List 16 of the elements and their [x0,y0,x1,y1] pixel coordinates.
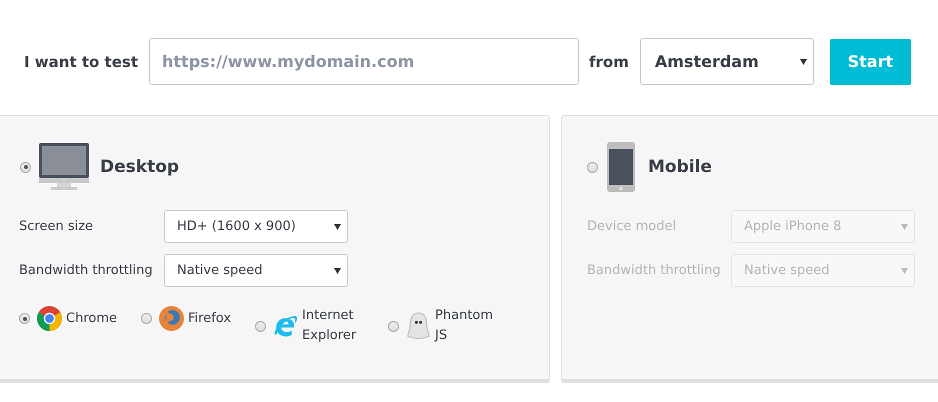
platform-title: Desktop [100,157,180,177]
from-label: from [589,52,629,70]
setting-select[interactable]: Native speed [164,254,348,287]
browser-name: Firefox [188,310,232,328]
setting-select[interactable]: HD+ (1600 x 900) [164,210,348,243]
setting-label: Bandwidth throttling [19,263,154,278]
setting-label: Device model [587,219,678,234]
browser-name: Chrome [66,310,117,328]
location-select[interactable]: Amsterdam [640,38,814,85]
setting-label: Screen size [19,219,94,234]
setting-label: Bandwidth throttling [587,263,722,278]
browser-name: Internet Explorer [302,307,358,345]
browser-name: Phantom JS [435,307,494,345]
url-field[interactable]: https://www.mydomain.com [149,38,579,85]
test-label: I want to test [24,52,138,70]
platform-title: Mobile [648,157,712,177]
